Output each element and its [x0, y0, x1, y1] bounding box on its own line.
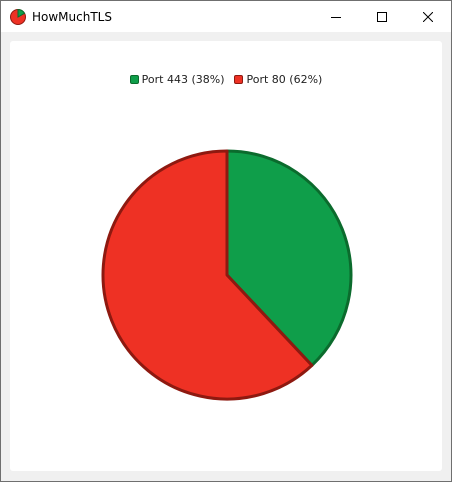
- window-title: HowMuchTLS: [32, 10, 112, 24]
- pie-chart: [101, 149, 353, 401]
- maximize-button[interactable]: [359, 1, 405, 32]
- close-icon: [423, 11, 433, 22]
- chart-panel: Port 443 (38%) Port 80 (62%): [10, 41, 442, 471]
- app-window: HowMuchTLS Port 443 (38%) Port 80 (62%): [0, 0, 452, 482]
- minimize-icon: [331, 16, 341, 18]
- app-pie-icon: [10, 9, 26, 25]
- close-button[interactable]: [405, 1, 451, 32]
- title-bar[interactable]: HowMuchTLS: [1, 1, 451, 32]
- minimize-button[interactable]: [313, 1, 359, 32]
- maximize-icon: [377, 11, 387, 22]
